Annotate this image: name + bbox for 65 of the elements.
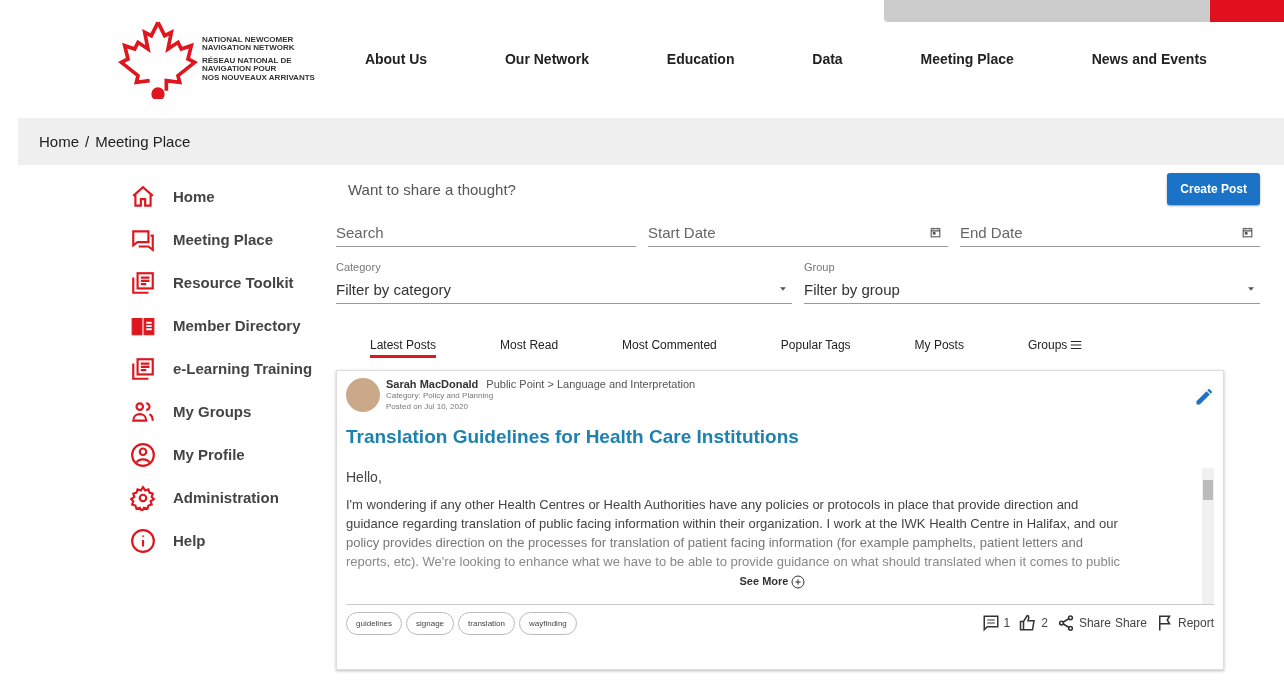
sidebar-item[interactable]: Administration (130, 476, 336, 519)
nav-link[interactable]: About Us (364, 51, 428, 67)
post-text-line: policy provides direction on the processes for translation of patient facing information (for example pamphelts, patient letters and (346, 534, 1084, 552)
sidebar-item[interactable]: My Groups (130, 390, 336, 433)
share-button[interactable]: Share Share (1056, 614, 1147, 632)
nav-link[interactable]: Data (812, 51, 843, 67)
report-button[interactable]: Report (1155, 614, 1214, 632)
nav-link[interactable]: Education (666, 51, 735, 67)
document-icon (130, 355, 156, 382)
create-post-button[interactable]: Create Post (1167, 173, 1260, 205)
post-greeting: Hello, (346, 468, 382, 487)
dropdown-field[interactable]: Filter by category (336, 278, 792, 304)
settings-icon (130, 484, 156, 511)
tab[interactable]: My Posts (914, 338, 964, 358)
sidebar-item[interactable]: Member Directory (130, 304, 336, 347)
edit-icon[interactable] (1194, 387, 1214, 407)
field-label: Group (804, 261, 835, 273)
organization-name: NATIONAL NEWCOMER NAVIGATION NETWORK (202, 35, 296, 53)
comments-count[interactable]: 1 (981, 614, 1011, 632)
nav-link[interactable]: Meeting Place (920, 51, 1014, 67)
sidebar-item[interactable]: My Profile (130, 433, 336, 476)
post-title[interactable]: Translation Guidelines for Health Care Institutions (346, 426, 799, 448)
author-link[interactable]: Sarah MacDonald (386, 378, 479, 390)
thumbs-up-icon (1019, 614, 1038, 632)
calendar-icon (929, 225, 942, 239)
tab[interactable]: Groups (1027, 338, 1085, 358)
breadcrumb-separator: / (85, 133, 90, 150)
document-icon (130, 269, 156, 296)
share-text: Share (1114, 616, 1147, 630)
sidebar-item[interactable]: Meeting Place (130, 218, 336, 261)
share-label: Share (1078, 616, 1111, 630)
nav-link[interactable]: News and Events (1091, 51, 1207, 67)
utility-button[interactable] (1210, 0, 1284, 22)
post-location: Public Point > Language and Interpretation (486, 378, 696, 390)
post-text-line: reports, etc). We're looking to enhance what we have to be able to provide guidance on what should translated when it comes to public (346, 553, 1121, 571)
calendar-icon (1241, 225, 1254, 239)
scrollbar[interactable] (1202, 468, 1214, 604)
dropdown-field[interactable]: Filter by group (804, 278, 1260, 304)
profile-icon (130, 441, 156, 468)
likes-count[interactable]: 2 (1019, 614, 1048, 632)
post-category: Category: Policy and Planning (386, 390, 495, 401)
sidebar-item[interactable]: Home (130, 175, 336, 218)
field-label: Category (336, 261, 381, 273)
maple-leaf-logo-icon (118, 19, 198, 99)
nav-link[interactable]: Our Network (504, 51, 589, 67)
share-icon (1056, 614, 1075, 632)
tab[interactable]: Popular Tags (780, 338, 851, 358)
sidebar-item[interactable]: e-Learning Training (130, 347, 336, 390)
tab[interactable]: Most Read (500, 338, 559, 358)
post-text-line: I'm wondering if any other Health Centres or Health Authorities have any policies or protocols in place that provide direction and (346, 496, 1079, 514)
sidebar-item[interactable]: Help (130, 519, 336, 562)
home-icon (130, 183, 156, 210)
organization-name: RÉSEAU NATIONAL DE NAVIGATION POUR NOS NOUVEAUX ARRIVANTS (202, 56, 315, 83)
breadcrumb-item: Meeting Place (95, 133, 191, 150)
comment-icon (981, 614, 1000, 632)
plus-circle-icon (790, 573, 807, 590)
tab[interactable]: Most Commented (622, 338, 717, 358)
tab[interactable]: Latest Posts (370, 338, 437, 358)
post-text-line: guidance regarding translation of public facing information within their organization. I work at the IWK Health Centre in Halifax, and our (346, 515, 1118, 533)
info-icon (130, 527, 156, 554)
see-more-link[interactable]: See More (739, 572, 807, 591)
avatar (346, 378, 380, 412)
breadcrumb-item[interactable]: Home (39, 133, 79, 150)
sidebar-item[interactable]: Resource Toolkit (130, 261, 336, 304)
post-date: Posted on Jul 10, 2020 (386, 401, 469, 412)
